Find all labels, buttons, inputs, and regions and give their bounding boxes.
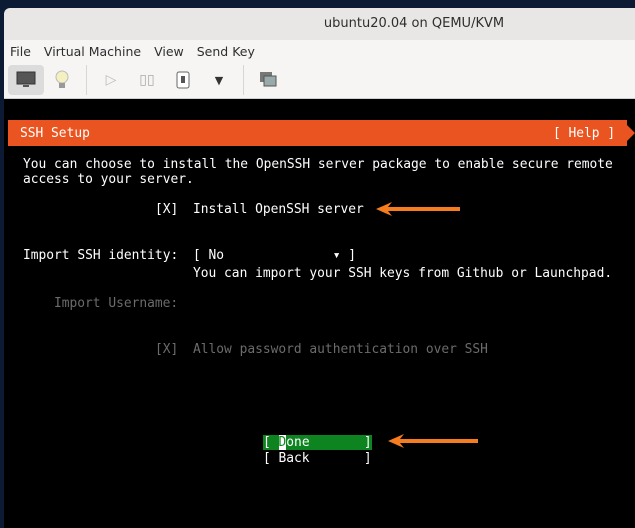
toolbar: ▷ ▯▯ ▼ [4, 62, 635, 99]
menu-view[interactable]: View [154, 44, 184, 59]
monitor-icon [16, 71, 36, 87]
menu-bar: File Virtual Machine View Send Key [4, 40, 635, 62]
window-title: ubuntu20.04 on QEMU/KVM [323, 16, 505, 31]
header-title: SSH Setup [20, 126, 90, 141]
power-switch-icon [176, 71, 190, 89]
done-button[interactable]: [ Done ] [263, 435, 372, 450]
install-ssh-label: Install OpenSSH server [193, 202, 364, 217]
menu-send-key[interactable]: Send Key [197, 44, 255, 59]
import-identity-label: Import SSH identity: [23, 248, 179, 263]
allow-password-checkbox[interactable]: [X] [155, 342, 178, 357]
intro-line-2: access to your server. [23, 172, 194, 187]
done-bracket-close: ] [309, 435, 372, 450]
run-button[interactable]: ▷ [93, 65, 129, 95]
back-button[interactable]: [ Back ] [263, 451, 372, 466]
lightbulb-icon [55, 70, 69, 88]
annotation-arrow-icon [376, 202, 460, 216]
install-ssh-checkbox[interactable]: [X] [155, 202, 178, 217]
snapshots-button[interactable] [250, 65, 286, 95]
vm-window: ubuntu20.04 on QEMU/KVM File Virtual Mac… [4, 8, 635, 528]
import-username-label: Import Username: [54, 296, 179, 311]
title-bar: ubuntu20.04 on QEMU/KVM [4, 8, 635, 40]
import-identity-dropdown[interactable]: [ No ▾ ] [193, 248, 356, 263]
pause-icon: ▯▯ [139, 72, 155, 88]
vm-console[interactable]: SSH Setup [ Help ] You can choose to ins… [4, 105, 635, 528]
header-arrow-icon [627, 125, 635, 141]
intro-line-1: You can choose to install the OpenSSH se… [23, 157, 613, 172]
header-bar: SSH Setup [ Help ] [8, 120, 627, 146]
menu-file[interactable]: File [10, 44, 31, 59]
shutdown-button[interactable] [165, 65, 201, 95]
annotation-arrow-icon [388, 434, 478, 448]
console-button[interactable] [8, 65, 44, 95]
import-identity-help: You can import your SSH keys from Github… [193, 266, 613, 281]
details-button[interactable] [44, 65, 80, 95]
toolbar-separator [86, 65, 87, 95]
play-icon: ▷ [105, 72, 117, 88]
allow-password-label: Allow password authentication over SSH [193, 342, 488, 357]
done-label: one [286, 435, 310, 450]
snapshots-icon [260, 72, 277, 87]
menu-virtual-machine[interactable]: Virtual Machine [44, 44, 141, 59]
shutdown-menu-button[interactable]: ▼ [201, 65, 237, 95]
toolbar-separator [243, 65, 244, 95]
help-button[interactable]: [ Help ] [553, 126, 615, 141]
done-bracket: [ [263, 435, 279, 450]
chevron-down-icon: ▼ [214, 73, 224, 87]
pause-button[interactable]: ▯▯ [129, 65, 165, 95]
